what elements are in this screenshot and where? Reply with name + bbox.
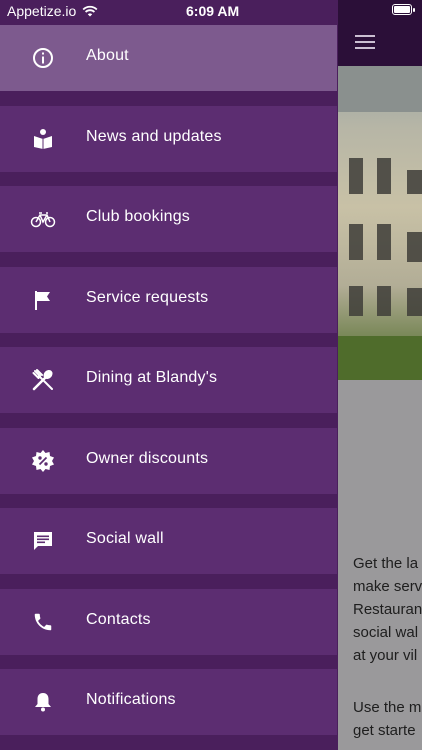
bicycle-icon: [28, 204, 58, 234]
intro-paragraph: Get the la make serv Restauran social wal at…: [353, 555, 422, 664]
wifi-icon: [82, 5, 98, 17]
status-bar: Appetize.io 6:09 AM: [0, 0, 422, 22]
menu-label-social-wall: Social wall: [86, 530, 164, 547]
usage-paragraph: Use the m get starte: [353, 699, 422, 739]
discount-badge-icon: [28, 446, 58, 476]
menu-item-owner-discounts[interactable]: Owner discounts: [0, 428, 337, 494]
menu-label-notifications: Notifications: [86, 691, 176, 708]
menu-item-dining[interactable]: Dining at Blandy's: [0, 347, 337, 413]
flag-icon: [28, 285, 58, 315]
navigation-drawer: About News and updates Club bookings Ser…: [0, 0, 338, 750]
hero-photo: [337, 66, 422, 380]
phone-icon: [28, 607, 58, 637]
menu-label-service-requests: Service requests: [86, 289, 209, 306]
menu-label-contacts: Contacts: [86, 611, 151, 628]
menu-item-notifications[interactable]: Notifications: [0, 669, 337, 735]
status-time: 6:09 AM: [186, 3, 240, 19]
bell-icon: [28, 687, 58, 717]
menu-label-news: News and updates: [86, 128, 222, 145]
cutlery-icon: [28, 365, 58, 395]
menu-item-news[interactable]: News and updates: [0, 106, 337, 172]
carrier-label: Appetize.io: [7, 3, 77, 19]
menu-label-club-bookings: Club bookings: [86, 208, 190, 225]
menu-label-dining: Dining at Blandy's: [86, 369, 218, 386]
chat-icon: [28, 526, 58, 556]
menu-item-social-wall[interactable]: Social wall: [0, 508, 337, 574]
menu-item-service-requests[interactable]: Service requests: [0, 267, 337, 333]
menu-item-club-bookings[interactable]: Club bookings: [0, 186, 337, 252]
hamburger-menu-icon[interactable]: [355, 35, 375, 51]
menu-item-contacts[interactable]: Contacts: [0, 589, 337, 655]
menu-item-about[interactable]: About: [0, 25, 337, 91]
reader-icon: [28, 124, 58, 154]
menu-label-owner-discounts: Owner discounts: [86, 450, 209, 467]
battery-icon: [392, 4, 412, 15]
info-icon: [28, 43, 58, 73]
menu-label-about: About: [86, 47, 129, 64]
